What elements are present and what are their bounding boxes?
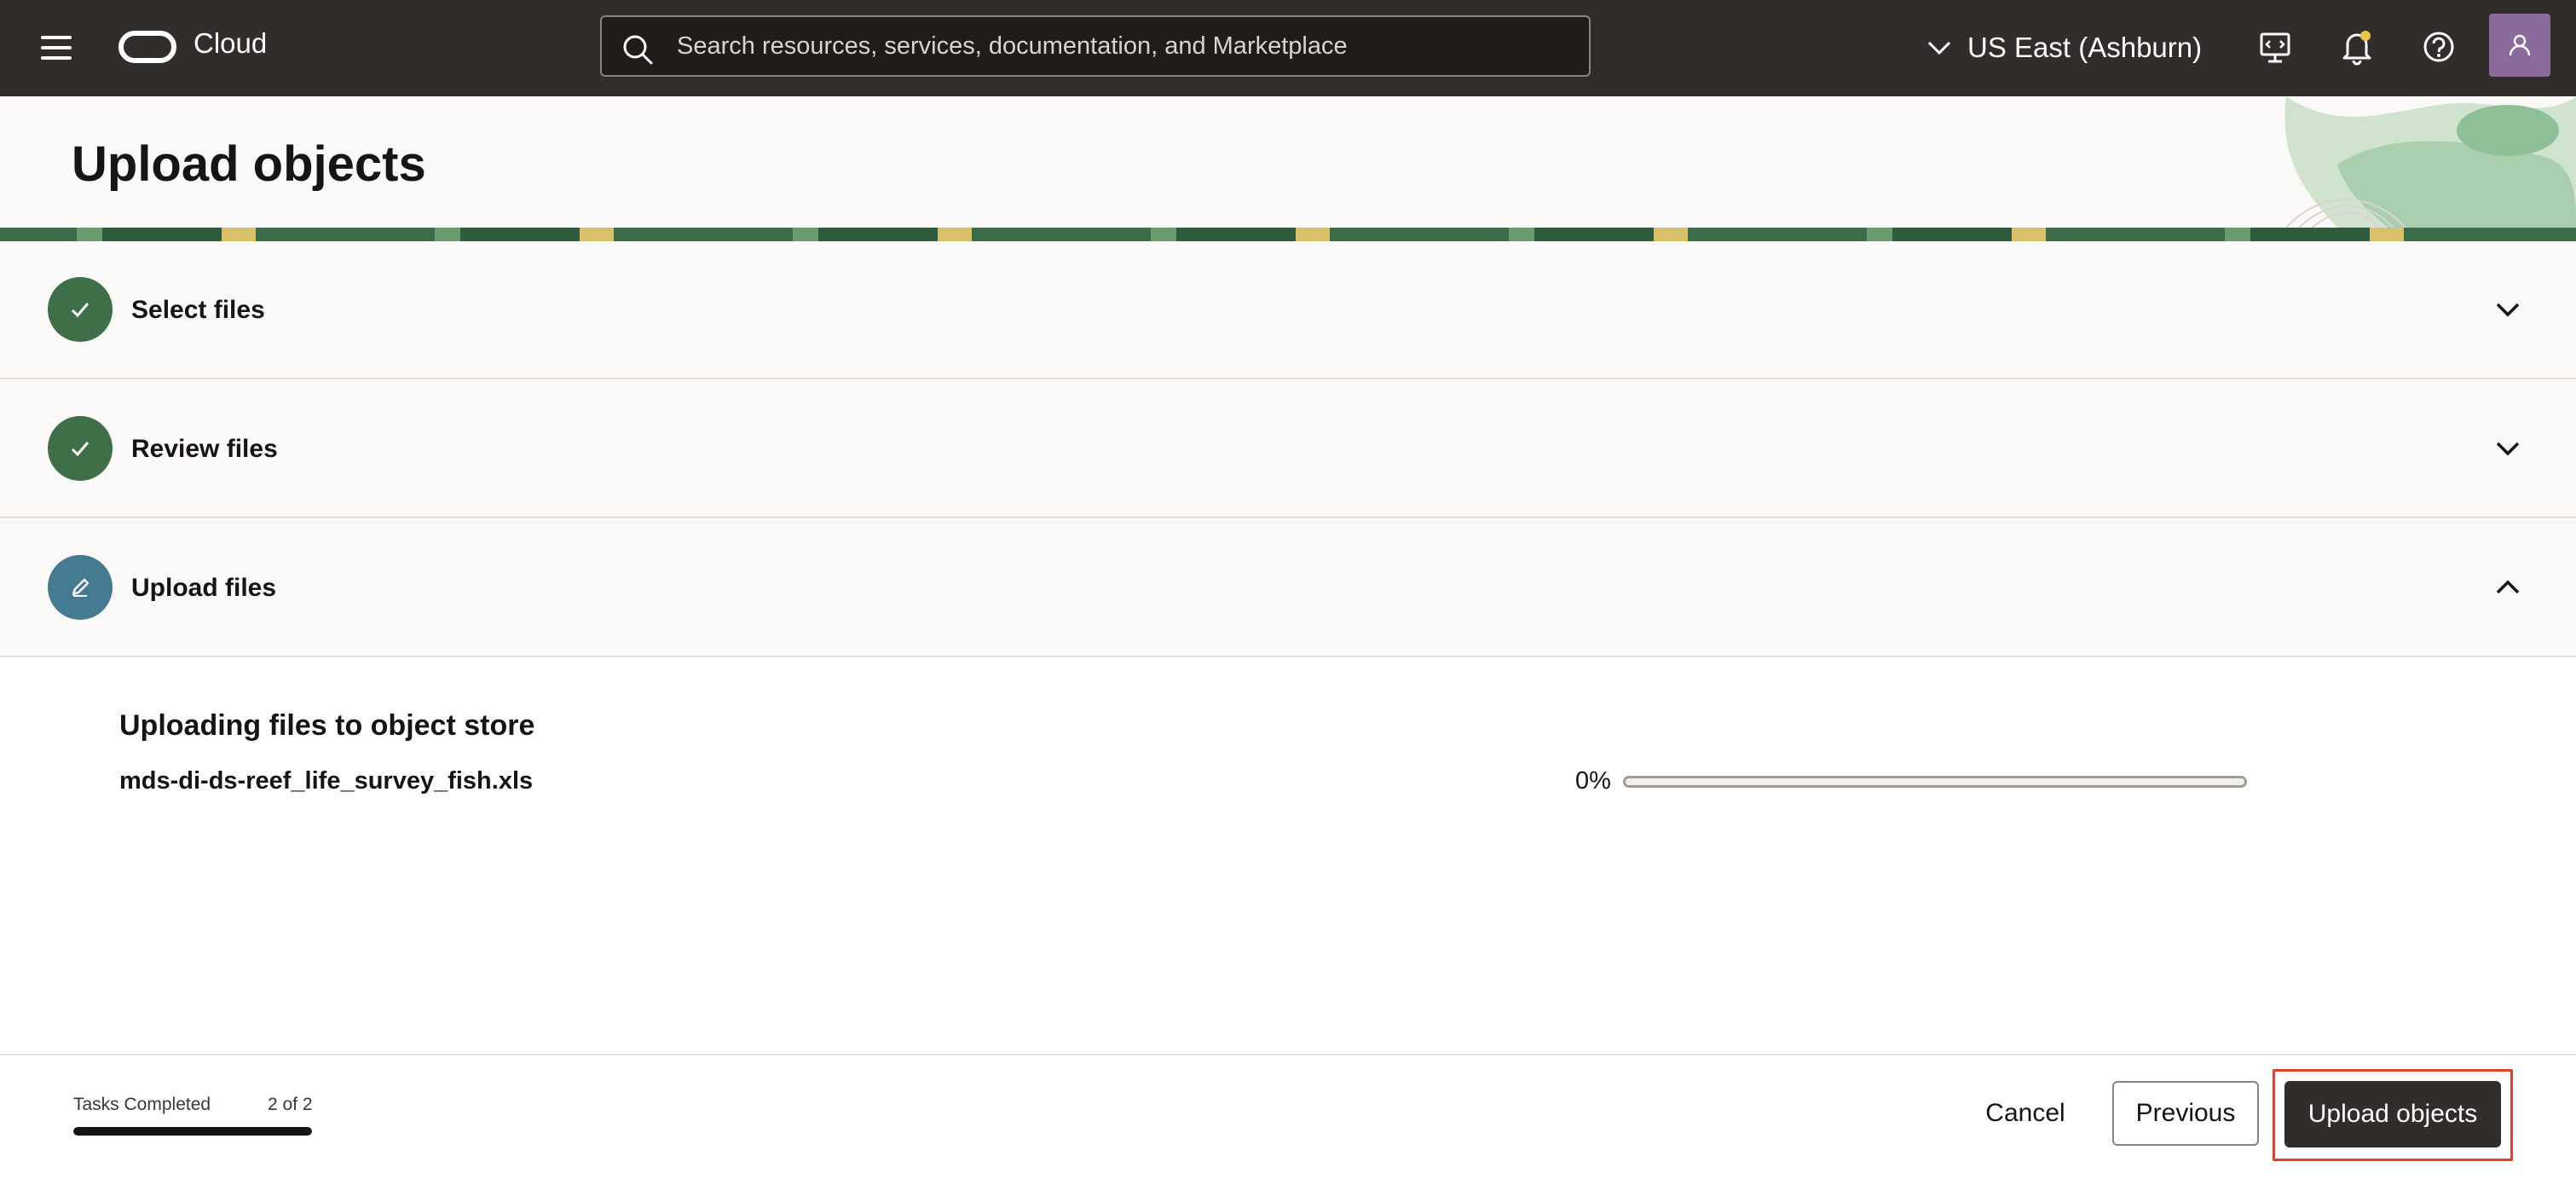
cancel-button[interactable]: Cancel <box>1966 1081 2085 1146</box>
region-label: US East (Ashburn) <box>1967 32 2203 63</box>
global-search[interactable] <box>600 15 1591 77</box>
step-label: Upload files <box>131 574 277 602</box>
step-review-files[interactable]: Review files <box>0 380 2576 518</box>
app-name[interactable]: Cloud <box>193 27 267 60</box>
checkmark-icon <box>71 442 90 457</box>
search-input[interactable] <box>677 17 1563 75</box>
decorative-header-art <box>2284 96 2576 228</box>
top-navigation-bar: Cloud US East (Ashburn) <box>0 0 2576 96</box>
progress-percentage: 0% <box>1575 767 1611 795</box>
chevron-down-icon[interactable] <box>2492 294 2523 325</box>
hamburger-menu-icon[interactable] <box>39 32 73 63</box>
step-complete-badge <box>48 277 113 342</box>
search-icon <box>623 35 653 65</box>
step-select-files[interactable]: Select files <box>0 241 2576 379</box>
step-upload-files[interactable]: Upload files <box>0 519 2576 657</box>
bell-icon[interactable] <box>2337 27 2377 66</box>
region-selector[interactable]: US East (Ashburn) <box>1926 24 2202 72</box>
user-icon <box>2509 34 2531 56</box>
chevron-up-icon[interactable] <box>2492 572 2523 603</box>
tasks-completed-label: Tasks Completed <box>73 1095 211 1114</box>
checkmark-icon <box>71 303 90 318</box>
page-title: Upload objects <box>72 136 426 192</box>
upload-objects-button[interactable]: Upload objects <box>2284 1081 2501 1147</box>
page-header: Upload objects <box>0 96 2576 241</box>
step-complete-badge <box>48 416 113 481</box>
cloud-shell-icon[interactable] <box>2255 27 2295 66</box>
oracle-logo-icon[interactable] <box>118 31 176 63</box>
user-profile-avatar[interactable] <box>2489 14 2550 77</box>
progress-bar <box>1623 776 2247 788</box>
help-icon[interactable] <box>2419 27 2458 66</box>
chevron-down-icon[interactable] <box>2492 433 2523 464</box>
tasks-completed-count: 2 of 2 <box>268 1095 313 1114</box>
pencil-icon <box>72 578 90 597</box>
file-name: mds-di-ds-reef_life_survey_fish.xls <box>119 767 534 795</box>
wizard-footer: Tasks Completed 2 of 2 Cancel Previous U… <box>0 1054 2576 1185</box>
step-active-badge <box>48 555 113 620</box>
tasks-progress-fill <box>73 1127 312 1136</box>
chevron-down-icon <box>1927 41 1951 55</box>
upload-heading: Uploading files to object store <box>119 709 535 742</box>
step-label: Select files <box>131 296 265 324</box>
step-label: Review files <box>131 435 278 463</box>
decorative-header-band <box>0 228 2576 241</box>
tasks-progress-bar <box>73 1127 312 1136</box>
previous-button[interactable]: Previous <box>2112 1081 2259 1146</box>
